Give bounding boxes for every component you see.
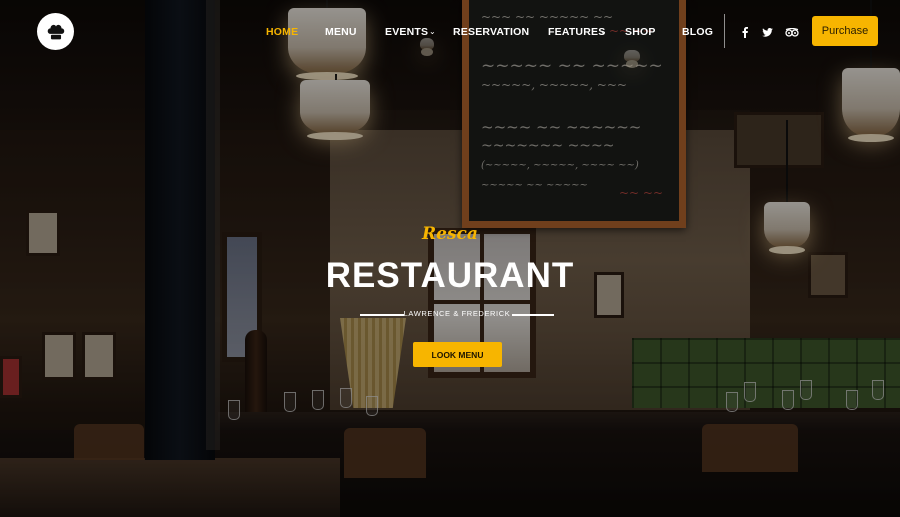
chevron-down-icon: ⌄ — [429, 27, 436, 36]
nav-blog[interactable]: BLOG — [682, 26, 713, 38]
nav-reservation[interactable]: RESERVATION — [453, 26, 529, 38]
header-divider — [724, 14, 725, 48]
page-title: RESTAURANT — [325, 256, 575, 295]
purchase-button[interactable]: Purchase — [812, 16, 878, 46]
nav-home[interactable]: HOME — [266, 26, 298, 38]
tripadvisor-icon[interactable] — [784, 24, 800, 40]
nav-features[interactable]: FEATURES — [548, 26, 605, 38]
twitter-icon[interactable] — [760, 24, 774, 40]
chevron-down-icon: ⌄ — [600, 27, 607, 36]
site-logo[interactable] — [37, 13, 74, 50]
hero-script-text: Resca — [422, 224, 478, 244]
look-menu-button[interactable]: LOOK MENU — [413, 342, 502, 367]
nav-events[interactable]: EVENTS — [385, 26, 428, 38]
nav-menu[interactable]: MENU — [325, 26, 357, 38]
nav-shop[interactable]: SHOP — [625, 26, 656, 38]
chef-hat-icon — [47, 24, 64, 39]
subtitle-rule-right — [512, 314, 554, 316]
facebook-icon[interactable] — [740, 24, 750, 40]
